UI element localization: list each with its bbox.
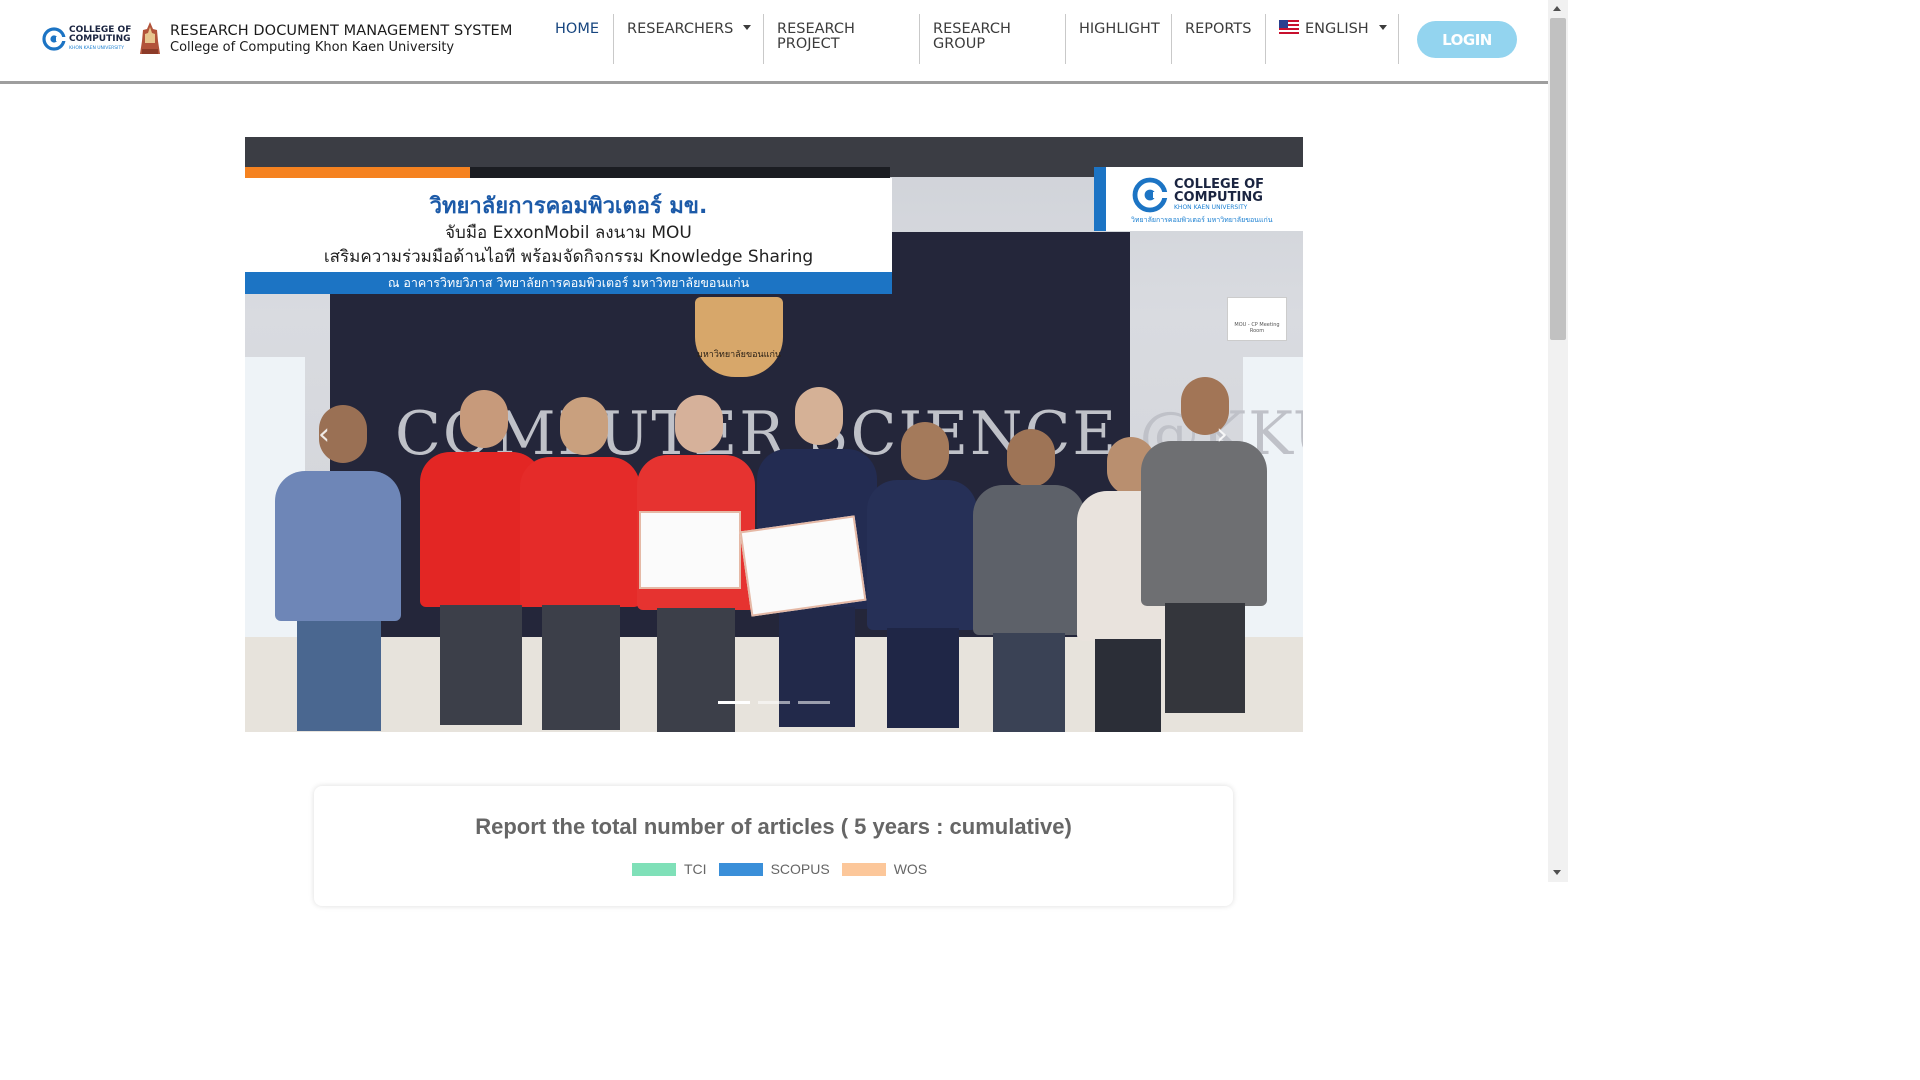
nav-home[interactable]: HOME: [555, 14, 599, 64]
login-button[interactable]: LOGIN: [1417, 21, 1517, 58]
nav-highlight[interactable]: HIGHLIGHT: [1079, 14, 1160, 64]
card-text-kku: KHON KAEN UNIVERSITY: [1174, 204, 1248, 211]
carousel-next-button[interactable]: ›: [1207, 420, 1237, 450]
caret-down-icon: [743, 24, 752, 30]
mou-document: [639, 511, 741, 589]
nav-researchers-label: RESEARCHERS: [627, 21, 734, 37]
mou-document: [739, 515, 867, 617]
college-of-computing-logo: COLLEGE OF COMPUTING KHON KAEN UNIVERSIT…: [42, 20, 132, 58]
nav-research-group-line2: GROUP: [933, 36, 986, 52]
page-scrollbar[interactable]: [1548, 0, 1568, 882]
chart-legend: TCI SCOPUS WOS: [632, 861, 939, 877]
carousel-indicator[interactable]: [718, 701, 750, 704]
nav-divider: [1265, 14, 1266, 64]
slide-subheadline-2: เสริมความร่วมมือด้านไอที พร้อมจัดกิจกรรม…: [323, 247, 814, 267]
slide-location-bar: ณ อาคารวิทยวิภาส วิทยาลัยการคอมพิวเตอร์ …: [245, 272, 892, 294]
kku-wall-seal-icon: [695, 297, 783, 377]
kku-seal-icon: [138, 21, 162, 57]
us-flag-icon: [1279, 20, 1299, 34]
nav-divider: [613, 14, 614, 64]
nav-research-project-line1: RESEARCH: [777, 21, 855, 37]
cc-logo-icon: [42, 27, 66, 51]
logo-text-kku: KHON KAEN UNIVERSITY: [69, 45, 124, 51]
carousel-indicators: [718, 701, 830, 704]
nav-researchers-dropdown[interactable]: RESEARCHERS: [627, 14, 752, 64]
legend-item-tci[interactable]: TCI: [632, 861, 707, 877]
legend-label: SCOPUS: [770, 861, 830, 877]
carousel-indicator[interactable]: [758, 701, 790, 704]
nav-research-group-line1: RESEARCH: [933, 21, 1011, 37]
legend-item-wos[interactable]: WOS: [841, 861, 928, 877]
scroll-up-arrow-icon[interactable]: [1553, 6, 1561, 11]
nav-research-group[interactable]: RESEARCH GROUP: [933, 14, 1011, 64]
slide-subheadline: จับมือ ExxonMobil ลงนาม MOU: [445, 223, 692, 243]
wall-seal-caption: มหาวิทยาลัยขอนแก่น: [696, 350, 782, 360]
card-text-thai: วิทยาลัยการคอมพิวเตอร์ มหาวิทยาลัยขอนแก่…: [1131, 216, 1273, 224]
legend-swatch: [841, 862, 886, 876]
nav-research-project-line2: PROJECT: [777, 36, 840, 52]
nav-reports[interactable]: REPORTS: [1185, 14, 1251, 64]
nav-research-project[interactable]: RESEARCH PROJECT: [777, 14, 855, 64]
carousel-indicator[interactable]: [798, 701, 830, 704]
site-title: RESEARCH DOCUMENT MANAGEMENT SYSTEM: [170, 23, 513, 39]
language-label: ENGLISH: [1305, 21, 1369, 37]
nav-divider: [763, 14, 764, 64]
top-navbar: COLLEGE OF COMPUTING KHON KAEN UNIVERSIT…: [0, 0, 1548, 84]
brand[interactable]: COLLEGE OF COMPUTING KHON KAEN UNIVERSIT…: [42, 20, 512, 58]
nav-divider: [1398, 14, 1399, 64]
site-subtitle: College of Computing Khon Kaen Universit…: [170, 40, 455, 55]
articles-report-card: Report the total number of articles ( 5 …: [314, 786, 1233, 906]
news-carousel: มหาวิทยาลัยขอนแก่น COMPUTER SCIENCE @KKU: [245, 137, 1303, 732]
room-sign: MOU - CP Meeting Room: [1227, 297, 1287, 341]
scrollbar-thumb[interactable]: [1550, 18, 1566, 340]
legend-swatch: [632, 862, 676, 876]
nav-divider: [919, 14, 920, 64]
caret-down-icon: [1378, 24, 1387, 30]
carousel-prev-button[interactable]: ‹: [309, 420, 339, 450]
legend-label: WOS: [893, 861, 928, 877]
slide-cc-logo-card: COLLEGE OF COMPUTING KHON KAEN UNIVERSIT…: [1094, 167, 1303, 231]
nav-divider: [1171, 14, 1172, 64]
slide-headline: วิทยาลัยการคอมพิวเตอร์ มข.: [429, 194, 708, 219]
legend-item-scopus[interactable]: SCOPUS: [718, 861, 830, 877]
report-title: Report the total number of articles ( 5 …: [475, 814, 1072, 839]
language-dropdown[interactable]: ENGLISH: [1279, 14, 1387, 64]
cc-logo-icon: [1132, 177, 1168, 218]
scroll-down-arrow-icon[interactable]: [1553, 870, 1561, 875]
legend-swatch: [718, 862, 763, 876]
legend-label: TCI: [684, 861, 707, 877]
nav-divider: [1065, 14, 1066, 64]
card-text-computing: COMPUTING: [1174, 190, 1263, 205]
logo-text-computing: COMPUTING: [69, 33, 131, 44]
